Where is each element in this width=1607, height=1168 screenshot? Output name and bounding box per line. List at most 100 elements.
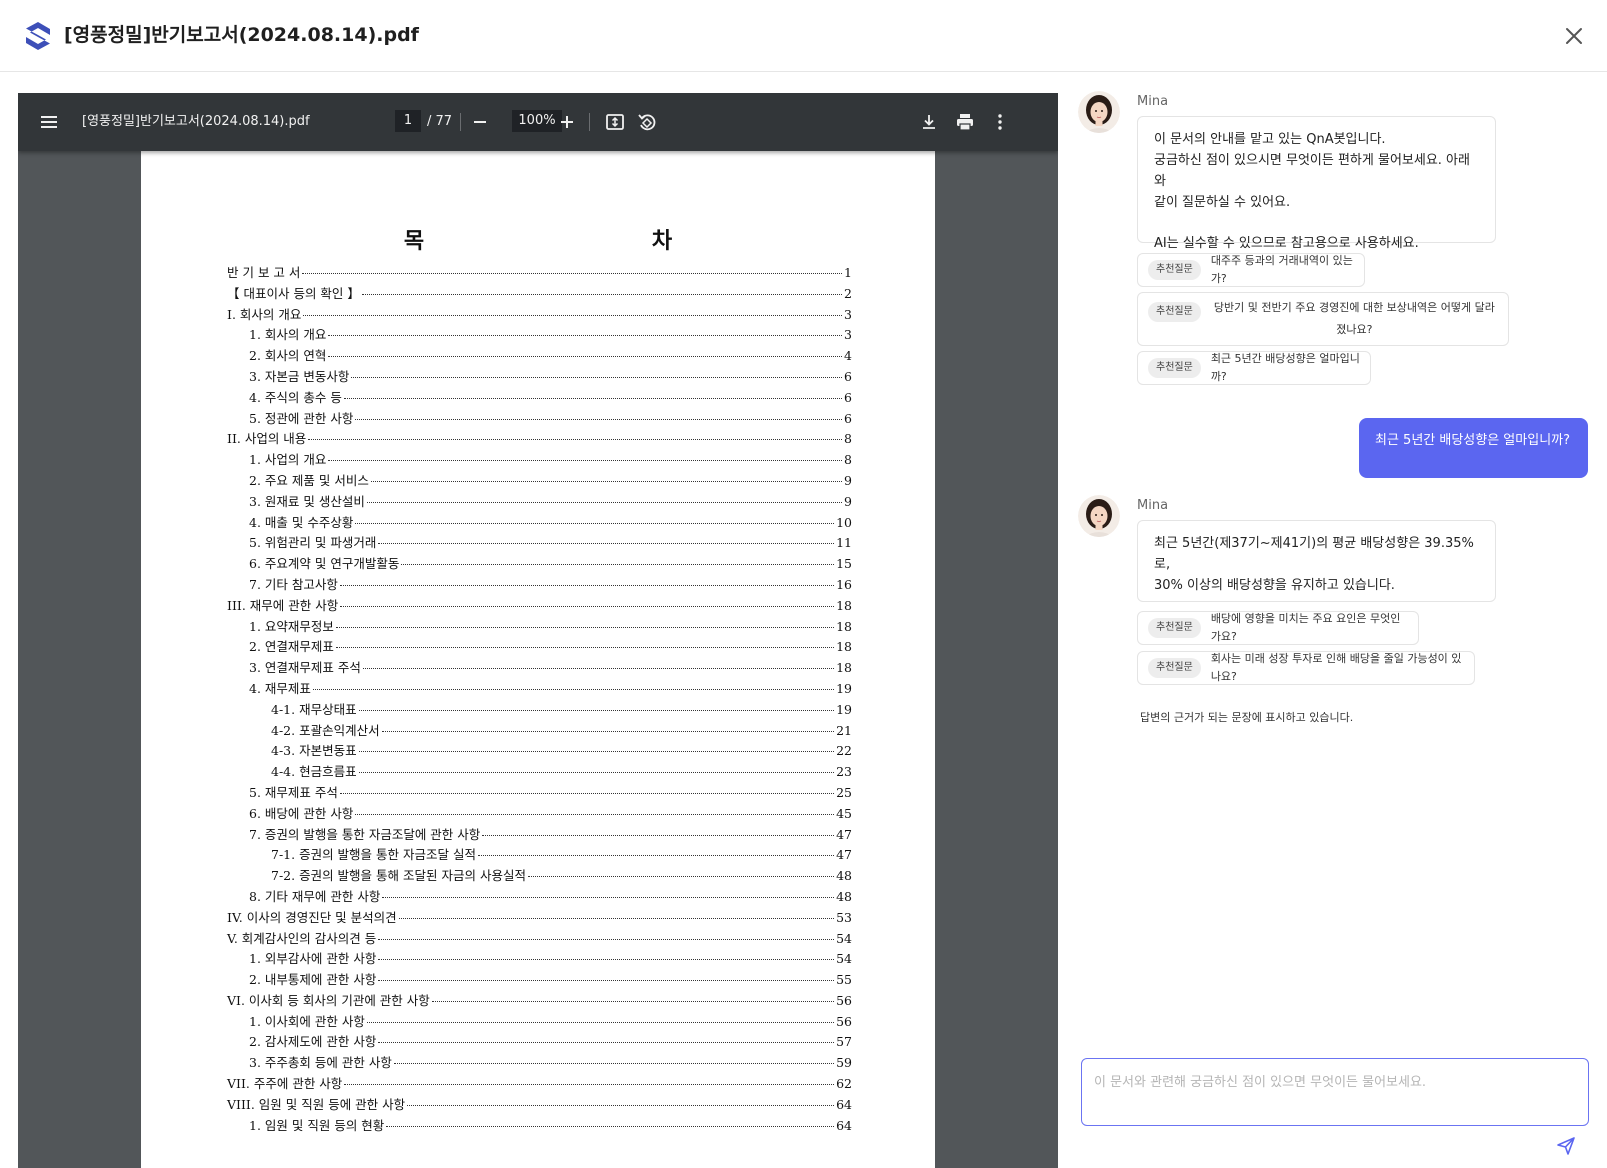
toc-item[interactable]: 5. 재무제표 주석 25	[227, 783, 852, 804]
toc-leader-dots	[407, 1104, 835, 1106]
toc-item[interactable]: I. 회사의 개요 3	[227, 305, 852, 326]
toc-leader-dots	[344, 1084, 835, 1086]
menu-icon[interactable]	[37, 110, 61, 134]
toc-item[interactable]: 1. 이사회에 관한 사항 56	[227, 1012, 852, 1033]
toc-item[interactable]: 4-2. 포괄손익계산서 21	[227, 721, 852, 742]
document-title: [영풍정밀]반기보고서(2024.08.14).pdf	[64, 24, 419, 46]
toc-item[interactable]: 1. 외부감사에 관한 사항 54	[227, 949, 852, 970]
toc-leader-dots	[343, 397, 843, 399]
toc-item[interactable]: 2. 회사의 연혁 4	[227, 346, 852, 367]
close-icon[interactable]	[1560, 22, 1588, 50]
toc-item[interactable]: VIII. 임원 및 직원 등에 관한 사항 64	[227, 1095, 852, 1116]
download-icon[interactable]	[917, 110, 941, 134]
toc-item[interactable]: 6. 배당에 관한 사항 45	[227, 804, 852, 825]
toc-item-label: 7. 증권의 발행을 통한 자금조달에 관한 사항	[249, 826, 481, 842]
toc-item-label: 2. 회사의 연혁	[249, 348, 327, 364]
toc-leader-dots	[358, 751, 835, 753]
evidence-note: 답변의 근거가 되는 문장에 표시하고 있습니다.	[1140, 711, 1354, 724]
toc-leader-dots	[477, 855, 835, 857]
toc-item[interactable]: VII. 주주에 관한 사항 62	[227, 1074, 852, 1095]
toc-leader-dots	[355, 418, 843, 420]
toc-leader-dots	[366, 1021, 835, 1023]
toc-item[interactable]: 1. 임원 및 직원 등의 현황 64	[227, 1116, 852, 1137]
toc-leader-dots	[386, 1125, 835, 1127]
toc-item-page: 59	[836, 1055, 852, 1071]
toc-item[interactable]: 1. 요약재무정보 18	[227, 617, 852, 638]
toc-leader-dots	[398, 917, 835, 919]
toc-item-label: 반 기 보 고 서	[227, 265, 301, 280]
chip-tag: 추천질문	[1148, 618, 1201, 638]
toc-item-page: 10	[836, 514, 852, 530]
suggested-question-chip[interactable]: 추천질문 당반기 및 전반기 주요 경영진에 대한 보상내역은 어떻게 달라졌나…	[1137, 292, 1509, 346]
toc-item[interactable]: III. 재무에 관한 사항 18	[227, 596, 852, 617]
zoom-in-icon[interactable]	[555, 110, 579, 134]
toc-item[interactable]: 2. 내부통제에 관한 사항 55	[227, 970, 852, 991]
toc-item[interactable]: 3. 원재료 및 생산설비 9	[227, 492, 852, 513]
send-icon[interactable]	[1555, 1135, 1577, 1157]
toc-leader-dots	[382, 896, 835, 898]
toc-item[interactable]: 4. 재무제표 19	[227, 679, 852, 700]
toc-item-label: 5. 정관에 관한 사항	[249, 410, 354, 426]
toc-item-page: 6	[844, 410, 852, 426]
toc-item[interactable]: 4-3. 자본변동표 22	[227, 741, 852, 762]
toc-item[interactable]: 3. 주주총회 등에 관한 사항 59	[227, 1053, 852, 1074]
toc-item[interactable]: 3. 자본금 변동사항 6	[227, 367, 852, 388]
chip-tag: 추천질문	[1148, 260, 1201, 280]
more-options-icon[interactable]	[988, 110, 1012, 134]
fit-page-icon[interactable]	[603, 110, 627, 134]
toc-item[interactable]: 1. 사업의 개요 8	[227, 450, 852, 471]
toc-item-page: 6	[844, 368, 852, 384]
print-icon[interactable]	[953, 110, 977, 134]
chip-text: 배당에 영향을 미치는 주요 요인은 무엇인가요?	[1210, 612, 1401, 643]
toc-item[interactable]: 5. 정관에 관한 사항 6	[227, 409, 852, 430]
toc-item[interactable]: 반 기 보 고 서 1	[227, 263, 852, 284]
toc-item[interactable]: II. 사업의 내용 8	[227, 429, 852, 450]
toc-item[interactable]: VI. 이사회 등 회사의 기관에 관한 사항 56	[227, 991, 852, 1012]
toc-leader-dots	[335, 626, 835, 628]
suggested-question-chip[interactable]: 추천질문 대주주 등과의 거래내역이 있는가?	[1137, 253, 1365, 287]
message-text: 이 문서의 안내를 맡고 있는 QnA봇입니다.	[1154, 132, 1386, 147]
toc-item-label: 1. 임원 및 직원 등의 현황	[249, 1117, 385, 1133]
question-input[interactable]	[1082, 1059, 1588, 1125]
toc-item-label: II. 사업의 내용	[227, 431, 307, 447]
toc-item-page: 25	[836, 784, 852, 800]
toc-item-page: 16	[836, 576, 852, 592]
zoom-out-icon[interactable]	[468, 110, 492, 134]
toc-item[interactable]: 3. 연결재무제표 주석 18	[227, 658, 852, 679]
toc-item[interactable]: 4. 주식의 총수 등 6	[227, 388, 852, 409]
toc-item[interactable]: 7-1. 증권의 발행을 통한 자금조달 실적 47	[227, 845, 852, 866]
toc-item-label: 4-2. 포괄손익계산서	[271, 722, 380, 738]
toc-item[interactable]: 7-2. 증권의 발행을 통해 조달된 자금의 사용실적 48	[227, 866, 852, 887]
toc-item[interactable]: 7. 증권의 발행을 통한 자금조달에 관한 사항 47	[227, 825, 852, 846]
question-input-box	[1081, 1058, 1589, 1126]
toc-item[interactable]: 6. 주요계약 및 연구개발활동 15	[227, 554, 852, 575]
page-number-input[interactable]: 1	[395, 110, 421, 132]
toc-item[interactable]: 4. 매출 및 수주상황 10	[227, 513, 852, 534]
toc-item-label: 1. 외부감사에 관한 사항	[249, 951, 377, 967]
toc-item-page: 11	[836, 535, 852, 551]
toc-item-page: 4	[844, 348, 852, 364]
toc-item[interactable]: 2. 주요 제품 및 서비스 9	[227, 471, 852, 492]
toc-item[interactable]: 【 대표이사 등의 확인 】 2	[227, 284, 852, 305]
suggested-question-chip[interactable]: 추천질문 배당에 영향을 미치는 주요 요인은 무엇인가요?	[1137, 611, 1419, 645]
toc-item[interactable]: 5. 위험관리 및 파생거래 11	[227, 533, 852, 554]
toc-leader-dots	[378, 543, 835, 545]
rotate-icon[interactable]	[635, 110, 659, 134]
toc-item-label: 8. 기타 재무에 관한 사항	[249, 888, 381, 904]
toc-item[interactable]: 2. 감사제도에 관한 사항 57	[227, 1032, 852, 1053]
toc-item[interactable]: 8. 기타 재무에 관한 사항 48	[227, 887, 852, 908]
toc-item[interactable]: 2. 연결재무제표 18	[227, 637, 852, 658]
toc-item[interactable]: V. 회계감사인의 감사의견 등 54	[227, 929, 852, 950]
toc-leader-dots	[302, 273, 843, 274]
toc-item[interactable]: 1. 회사의 개요 3	[227, 325, 852, 346]
toc-item-page: 53	[836, 909, 852, 925]
suggested-question-chip[interactable]: 추천질문 최근 5년간 배당성향은 얼마입니까?	[1137, 351, 1371, 385]
toc-item[interactable]: 4-1. 재무상태표 19	[227, 700, 852, 721]
toc-item[interactable]: 7. 기타 참고사항 16	[227, 575, 852, 596]
toc-item[interactable]: 4-4. 현금흐름표 23	[227, 762, 852, 783]
toc-item-page: 18	[836, 639, 852, 655]
suggested-question-chip[interactable]: 추천질문 회사는 미래 성장 투자로 인해 배당을 줄일 가능성이 있나요?	[1137, 651, 1475, 685]
toc-item[interactable]: IV. 이사의 경영진단 및 분석의견 53	[227, 908, 852, 929]
toc-item-label: 2. 내부통제에 관한 사항	[249, 972, 377, 988]
toc-item-page: 22	[836, 743, 852, 759]
